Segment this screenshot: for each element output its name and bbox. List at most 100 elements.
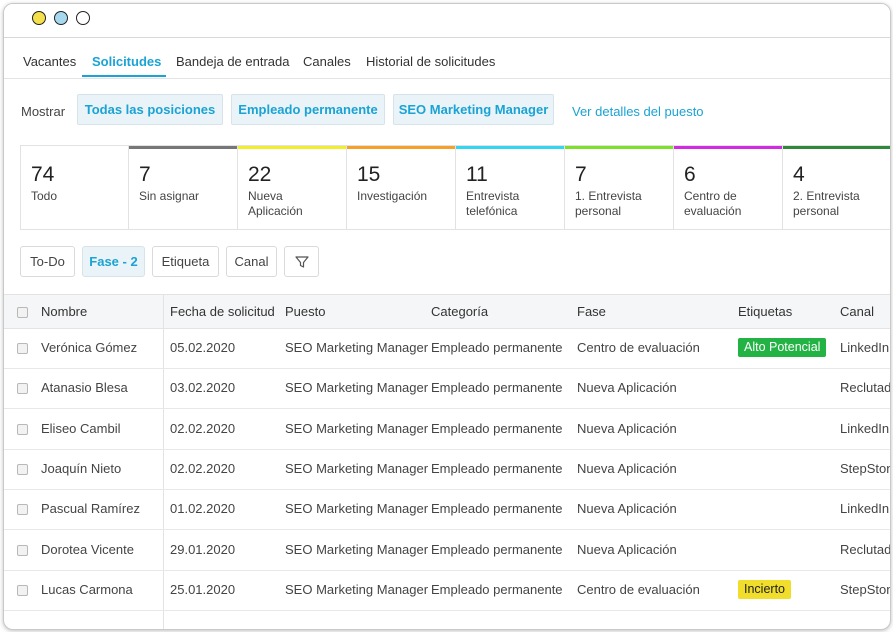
col-fase[interactable]: Fase	[577, 304, 606, 319]
stage-label: 2. Entrevista personal	[793, 189, 860, 218]
stage-count: 15	[357, 163, 381, 186]
cell-fase: Centro de evaluación	[577, 581, 700, 597]
job-details-link[interactable]: Ver detalles del puesto	[572, 104, 704, 119]
stage-label: Sin asignar	[139, 189, 200, 203]
tab-canales[interactable]: Canales	[303, 54, 351, 69]
main-nav: Vacantes Solicitudes Bandeja de entrada …	[4, 38, 890, 79]
row-checkbox[interactable]	[17, 544, 28, 556]
cell-categoria: Empleado permanente	[431, 460, 563, 476]
cell-puesto: SEO Marketing Manager	[285, 581, 429, 597]
tab-bandeja-de-entrada[interactable]: Bandeja de entrada	[176, 54, 289, 69]
cell-puesto: SEO Marketing Manager	[285, 460, 429, 476]
tab-historial[interactable]: Historial de solicitudes	[366, 54, 495, 69]
stage-count: 7	[139, 163, 151, 186]
stage-count: 22	[248, 163, 272, 186]
filter-icon	[294, 255, 309, 268]
cell-categoria: Empleado permanente	[431, 340, 563, 355]
table-row[interactable]: Atanasio Blesa 03.02.2020 SEO Marketing Ma…	[4, 368, 890, 410]
table-row[interactable]: Dorotea Vicente 29.01.2020 SEO Marketing M…	[4, 530, 890, 571]
stage-card-entrevista-telefonica[interactable]: 11 Entrevista telefónica	[456, 145, 565, 230]
cell-categoria: Empleado permanente	[431, 501, 563, 517]
stage-card-centro-evaluacion[interactable]: 6 Centro de evaluación	[674, 145, 783, 230]
stage-count: 74	[31, 163, 55, 186]
etiqueta-filter-chip[interactable]: Etiqueta	[152, 246, 219, 277]
tag-badge[interactable]: Incierto	[738, 579, 791, 599]
table-header: Nombre Fecha de solicitud Puesto Categor…	[4, 294, 890, 329]
row-checkbox[interactable]	[17, 383, 28, 395]
cell-nombre: Verónica Gómez	[41, 340, 138, 355]
col-nombre[interactable]: Nombre	[41, 304, 87, 319]
cell-puesto: SEO Marketing Manager	[285, 420, 429, 436]
col-puesto[interactable]: Puesto	[285, 304, 325, 319]
stage-card-1-entrevista-personal[interactable]: 7 1. Entrevista personal	[565, 145, 674, 230]
table-row[interactable]: Lucas Carmona 25.01.2020 SEO Marketing Man…	[4, 570, 890, 611]
row-checkbox[interactable]	[17, 423, 28, 435]
stage-card-nueva-aplicacion[interactable]: 22 Nueva Aplicación	[238, 145, 347, 230]
canal-filter-chip[interactable]: Canal	[226, 246, 277, 277]
cell-puesto: SEO Marketing Manager	[285, 541, 429, 557]
cell-canal: StepStone	[840, 581, 890, 597]
app-window: Vacantes Solicitudes Bandeja de entrada …	[3, 3, 891, 630]
cell-fecha: 25.01.2020	[170, 581, 236, 597]
cell-fecha: 29.01.2020	[170, 541, 236, 557]
tab-solicitudes[interactable]: Solicitudes	[92, 54, 161, 69]
col-canal[interactable]: Canal	[840, 304, 874, 319]
filter-button[interactable]	[284, 246, 319, 277]
table-row[interactable]: Joaquín Nieto 02.02.2020 SEO Marketing Man…	[4, 449, 890, 490]
stage-card-sin-asignar[interactable]: 7 Sin asignar	[129, 145, 238, 230]
cell-categoria: Empleado permanente	[431, 581, 563, 597]
active-tab-indicator	[82, 75, 166, 77]
stage-label: Entrevista telefónica	[466, 189, 520, 218]
table-row[interactable]: Pascual Ramírez 01.02.2020 SEO Marketing M…	[4, 489, 890, 531]
stage-card-investigacion[interactable]: 15 Investigación	[347, 145, 456, 230]
stage-card-2-entrevista-personal[interactable]: 4 2. Entrevista personal	[783, 145, 890, 230]
cell-nombre: Dorotea Vicente	[41, 541, 134, 557]
fase-filter-chip[interactable]: Fase - 2	[82, 246, 145, 277]
todo-filter-chip[interactable]: To-Do	[20, 246, 75, 277]
cell-fecha: 05.02.2020	[170, 340, 236, 355]
cell-puesto: SEO Marketing Manager	[285, 380, 429, 396]
cell-fecha: 03.02.2020	[170, 380, 236, 396]
cell-canal: Reclutador	[840, 380, 890, 396]
stage-count: 6	[684, 163, 696, 186]
cell-puesto: SEO Marketing Manager	[285, 340, 429, 355]
row-checkbox[interactable]	[17, 504, 28, 516]
stage-count: 7	[575, 163, 587, 186]
stage-label: Todo	[31, 189, 58, 203]
col-etiquetas[interactable]: Etiquetas	[738, 304, 792, 319]
tab-vacantes[interactable]: Vacantes	[23, 54, 76, 69]
table-row[interactable]: Verónica Gómez 05.02.2020 SEO Marketing Ma…	[4, 328, 890, 369]
select-all-checkbox[interactable]	[17, 307, 28, 318]
cell-canal: LinkedIn	[840, 420, 890, 436]
cell-fase: Nueva Aplicación	[577, 380, 677, 396]
window-dot-white[interactable]	[76, 11, 90, 25]
position-filter-bar: Mostrar Todas las posiciones Empleado pe…	[4, 79, 890, 145]
seo-manager-button[interactable]: SEO Marketing Manager	[393, 94, 554, 125]
cell-categoria: Empleado permanente	[431, 541, 563, 557]
stage-card-todo[interactable]: 74 Todo	[20, 145, 129, 230]
cell-fase: Nueva Aplicación	[577, 420, 677, 436]
all-positions-button[interactable]: Todas las posiciones	[77, 94, 223, 125]
cell-puesto: SEO Marketing Manager	[285, 501, 429, 517]
stage-count: 11	[466, 163, 488, 186]
cell-nombre: Joaquín Nieto	[41, 460, 122, 476]
stage-label: 1. Entrevista personal	[575, 189, 642, 218]
col-categoria[interactable]: Categoría	[431, 304, 488, 319]
cell-fecha: 02.02.2020	[170, 460, 236, 476]
table-filter-chips: To-Do Fase - 2 Etiqueta Canal	[4, 246, 890, 280]
permanent-employee-button[interactable]: Empleado permanente	[231, 94, 385, 125]
col-fecha[interactable]: Fecha de solicitud	[170, 304, 275, 319]
window-dot-blue[interactable]	[54, 11, 68, 25]
cell-categoria: Empleado permanente	[431, 380, 563, 396]
cell-canal: Reclutador	[840, 541, 890, 557]
window-dot-yellow[interactable]	[32, 11, 46, 25]
show-label: Mostrar	[21, 104, 66, 119]
tag-badge[interactable]: Alto Potencial	[738, 338, 827, 357]
cell-categoria: Empleado permanente	[431, 420, 563, 436]
row-checkbox[interactable]	[17, 463, 28, 475]
table-row[interactable]: Eliseo Cambil 02.02.2020 SEO Marketing Man…	[4, 409, 890, 450]
cell-canal: LinkedIn	[840, 501, 890, 517]
row-checkbox[interactable]	[17, 584, 28, 596]
row-checkbox[interactable]	[17, 343, 28, 354]
cell-fase: Nueva Aplicación	[577, 541, 677, 557]
